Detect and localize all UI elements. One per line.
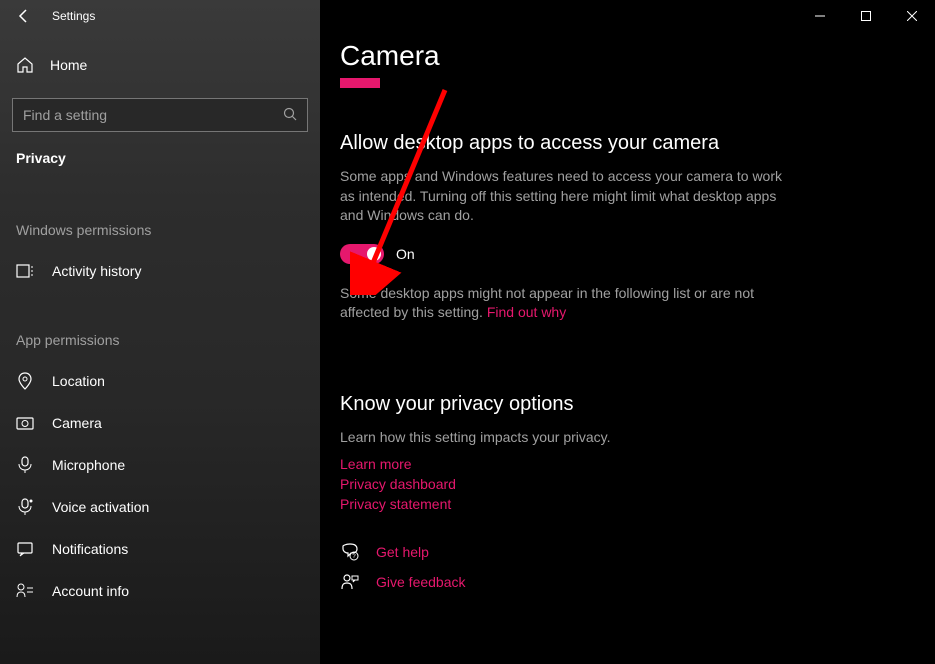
sidebar-item-account-info[interactable]: Account info <box>0 570 320 612</box>
privacy-dashboard-link[interactable]: Privacy dashboard <box>340 476 935 492</box>
search-icon <box>283 107 297 124</box>
minimize-button[interactable] <box>797 0 843 32</box>
find-out-why-link[interactable]: Find out why <box>487 304 566 320</box>
notifications-icon <box>16 540 34 558</box>
camera-icon <box>16 414 34 432</box>
home-icon <box>16 56 34 74</box>
sidebar-item-label: Voice activation <box>52 499 149 515</box>
sidebar-item-voice-activation[interactable]: Voice activation <box>0 486 320 528</box>
section-heading: Allow desktop apps to access your camera <box>340 132 935 155</box>
sidebar-item-location[interactable]: Location <box>0 360 320 402</box>
give-feedback-row[interactable]: Give feedback <box>340 572 935 592</box>
search-input-container[interactable] <box>12 98 308 132</box>
feedback-icon <box>340 572 360 592</box>
sidebar-item-label: Activity history <box>52 263 141 279</box>
help-icon: ? <box>340 542 360 562</box>
sidebar-item-notifications[interactable]: Notifications <box>0 528 320 570</box>
desktop-apps-camera-toggle[interactable] <box>340 244 384 264</box>
section-description: Some apps and Windows features need to a… <box>340 167 800 226</box>
close-icon <box>907 11 917 21</box>
sidebar-item-camera[interactable]: Camera <box>0 402 320 444</box>
sidebar: Home Privacy Windows permissions Activit… <box>0 0 320 664</box>
history-icon <box>16 262 34 280</box>
group-heading-app: App permissions <box>0 332 320 348</box>
back-button[interactable] <box>0 0 48 32</box>
microphone-icon <box>16 456 34 474</box>
get-help-link[interactable]: Get help <box>376 544 429 560</box>
group-heading-windows: Windows permissions <box>0 222 320 238</box>
privacy-statement-link[interactable]: Privacy statement <box>340 496 935 512</box>
sidebar-item-label: Account info <box>52 583 129 599</box>
give-feedback-link[interactable]: Give feedback <box>376 574 466 590</box>
learn-more-link[interactable]: Learn more <box>340 456 935 472</box>
sidebar-item-label: Microphone <box>52 457 125 473</box>
sidebar-item-label: Notifications <box>52 541 128 557</box>
know-heading: Know your privacy options <box>340 393 935 416</box>
close-button[interactable] <box>889 0 935 32</box>
know-description: Learn how this setting impacts your priv… <box>340 428 800 448</box>
maximize-icon <box>861 11 871 21</box>
minimize-icon <box>815 11 825 21</box>
window-title: Settings <box>52 9 95 23</box>
home-label: Home <box>50 57 87 73</box>
location-icon <box>16 372 34 390</box>
get-help-row[interactable]: ? Get help <box>340 542 935 562</box>
account-icon <box>16 582 34 600</box>
content-area: Camera Allow desktop apps to access your… <box>340 0 935 664</box>
note-text: Some desktop apps might not appear in th… <box>340 284 800 323</box>
search-input[interactable] <box>23 107 283 123</box>
accent-bar <box>340 78 380 88</box>
sidebar-item-label: Location <box>52 373 105 389</box>
toggle-knob <box>367 247 381 261</box>
arrow-left-icon <box>16 8 32 24</box>
sidebar-item-label: Camera <box>52 415 102 431</box>
page-title: Camera <box>340 40 935 72</box>
toggle-state-label: On <box>396 246 415 262</box>
sidebar-item-activity-history[interactable]: Activity history <box>0 250 320 292</box>
current-section-label: Privacy <box>0 150 320 166</box>
voice-icon <box>16 498 34 516</box>
home-nav[interactable]: Home <box>0 48 320 82</box>
maximize-button[interactable] <box>843 0 889 32</box>
sidebar-item-microphone[interactable]: Microphone <box>0 444 320 486</box>
